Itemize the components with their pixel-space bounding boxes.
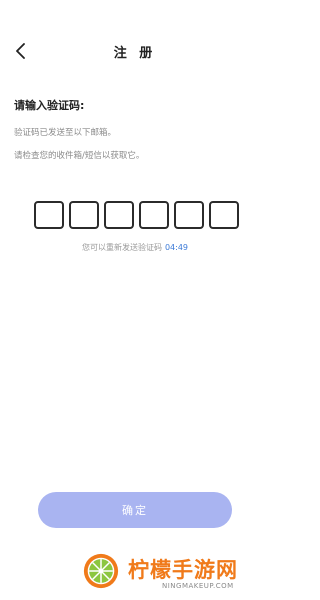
sent-notice-text: 验证码已发送至以下邮箱。: [14, 128, 117, 138]
code-digit-box-1[interactable]: [34, 201, 64, 229]
watermark-url: NINGMAKEUP.COM: [162, 582, 234, 590]
verification-code-input[interactable]: [34, 201, 239, 229]
page-title: 注 册: [113, 46, 157, 61]
code-digit-box-2[interactable]: [69, 201, 99, 229]
watermark-brand: 柠檬手游网: [128, 558, 238, 582]
code-prompt-label: 请输入验证码:: [14, 99, 85, 112]
code-digit-box-6[interactable]: [209, 201, 239, 229]
code-digit-box-3[interactable]: [104, 201, 134, 229]
check-notice-text: 请检查您的收件箱/短信以获取它。: [14, 151, 145, 161]
lemon-logo-icon: [83, 553, 119, 589]
resend-notice: 您可以重新发送验证码 04:49: [0, 242, 270, 253]
resend-countdown: 04:49: [164, 243, 189, 252]
resend-text: 您可以重新发送验证码: [81, 243, 162, 252]
confirm-button[interactable]: 确定: [38, 492, 232, 528]
code-digit-box-4[interactable]: [139, 201, 169, 229]
code-digit-box-5[interactable]: [174, 201, 204, 229]
app-header: 注 册: [0, 0, 270, 90]
watermark: 柠檬手游网 NINGMAKEUP.COM: [82, 548, 262, 594]
